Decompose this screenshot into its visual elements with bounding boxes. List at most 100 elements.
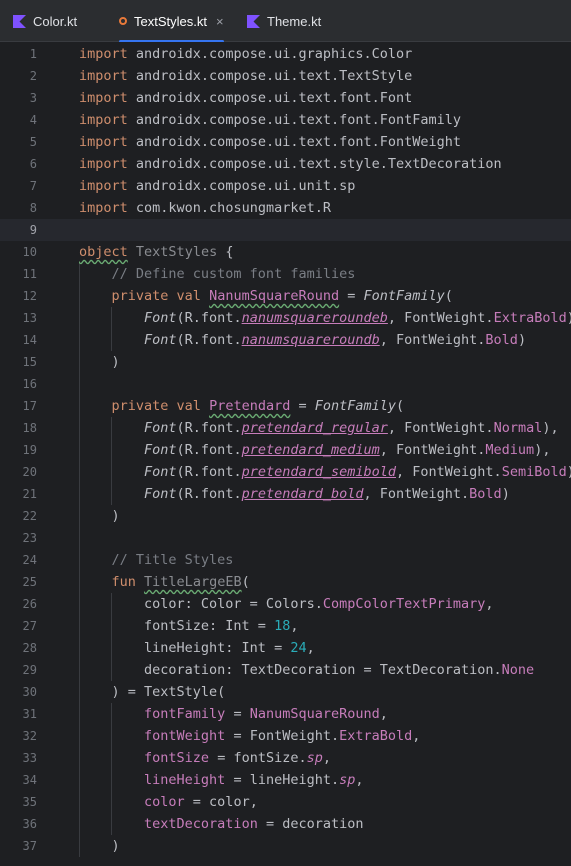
code-line[interactable]: Font(R.font.pretendard_regular, FontWeig… [79,417,559,439]
line-number: 5 [29,135,37,149]
code-token: ), [534,442,551,458]
code-token: import [79,90,128,106]
code-line[interactable]: ) [79,351,120,373]
code-line[interactable]: private val Pretendard = FontFamily( [79,395,405,417]
code-line[interactable]: import androidx.compose.ui.graphics.Colo… [79,43,412,65]
code-token: ), [542,420,559,436]
code-line[interactable]: import androidx.compose.ui.text.TextStyl… [79,65,412,87]
code-token: private val [111,288,201,304]
code-line[interactable]: decoration: TextDecoration = TextDecorat… [79,659,534,681]
kotlin-file-icon [247,14,260,28]
tab-theme-kt[interactable]: Theme.kt [247,0,321,42]
code-token: fun [111,574,136,590]
code-token: fontSize [144,750,210,766]
line-number: 31 [22,707,37,721]
code-line[interactable]: import androidx.compose.ui.text.font.Fon… [79,87,412,109]
code-token: ExtraBold [493,310,567,326]
code-line[interactable]: Font(R.font.nanumsquareroundb, FontWeigh… [79,329,526,351]
code-token: import [79,156,128,172]
line-number: 7 [29,179,37,193]
code-line[interactable]: fun TitleLargeEB( [79,571,250,593]
code-token: ) [79,508,120,524]
code-line[interactable]: color = color, [79,791,258,813]
tab-color-kt[interactable]: Color.kt [13,0,77,42]
code-line[interactable]: fontSize: Int = 18, [79,615,298,637]
code-line[interactable]: lineHeight = lineHeight.sp, [79,769,363,791]
code-token: androidx.compose.ui.unit.sp [127,178,356,194]
line-number: 18 [22,421,37,435]
code-token: Font [144,464,177,480]
code-line[interactable]: ) [79,505,120,527]
line-number: 37 [22,839,37,853]
code-token: ( [241,574,250,590]
code-line[interactable]: // Define custom font families [79,263,356,285]
code-token: textDecoration [144,816,258,832]
tab-label: Theme.kt [267,13,322,29]
code-token: = lineHeight. [225,772,340,788]
code-token: Font [144,310,177,326]
code-token: ExtraBold [339,728,413,744]
code-token: , FontWeight. [379,442,486,458]
code-token: FontFamily [314,398,397,414]
code-line[interactable]: fontWeight = FontWeight.ExtraBold, [79,725,420,747]
line-number: 11 [22,267,37,281]
code-line[interactable]: import com.kwon.chosungmarket.R [79,197,331,219]
code-token: None [501,662,535,678]
code-token: Font [144,420,177,436]
code-token: // Define custom font families [79,266,356,282]
code-line[interactable]: Font(R.font.pretendard_bold, FontWeight.… [79,483,510,505]
line-number: 2 [29,69,37,83]
code-line[interactable]: fontSize = fontSize.sp, [79,747,331,769]
code-line[interactable]: // Title Styles [79,549,234,571]
code-token: 24 [290,640,307,656]
code-line[interactable]: Font(R.font.pretendard_medium, FontWeigh… [79,439,550,461]
code-line[interactable]: lineHeight: Int = 24, [79,637,315,659]
code-line[interactable]: Font(R.font.nanumsquareroundeb, FontWeig… [79,307,571,329]
code-token: = color, [184,794,258,810]
code-token: , FontWeight. [363,486,470,502]
line-number: 12 [22,289,37,303]
code-line[interactable]: Font(R.font.pretendard_semibold, FontWei… [79,461,571,483]
line-number: 21 [22,487,37,501]
close-tab-icon[interactable]: × [216,14,224,29]
code-token: CompColorTextPrimary [322,596,486,612]
code-token: (R.font. [176,420,242,436]
code-token: Medium [485,442,535,458]
code-line[interactable]: import androidx.compose.ui.unit.sp [79,175,355,197]
code-line[interactable]: private val NanumSquareRound = FontFamil… [79,285,453,307]
code-line[interactable]: ) = TextStyle( [79,681,226,703]
code-token: , FontWeight. [387,310,494,326]
code-token: , [306,640,315,656]
code-token: ) [79,354,120,370]
line-number: 22 [22,509,37,523]
code-token: fontFamily [144,706,226,722]
code-line[interactable]: color: Color = Colors.CompColorTextPrima… [79,593,494,615]
code-token: pretendard_medium [241,442,380,458]
code-token: (R.font. [176,442,242,458]
code-token: import [79,68,128,84]
code-token: = FontWeight. [225,728,340,744]
tab-label: TextStyles.kt [134,13,207,29]
code-token: androidx.compose.ui.text.style.TextDecor… [127,156,502,172]
code-line[interactable]: fontFamily = NanumSquareRound, [79,703,388,725]
code-editor[interactable]: 1 2 3 4 5 6 7 8 9 10 11 12 13 14 15 16 17 18 19 20 21 22 23 24 2… [0,42,571,866]
code-token: nanumsquareroundeb [241,310,388,326]
code-token: , [379,706,388,722]
line-number: 35 [22,795,37,809]
tab-textstyles-kt[interactable]: TextStyles.kt × [119,0,224,43]
code-line[interactable]: import androidx.compose.ui.text.style.Te… [79,153,502,175]
code-line[interactable]: ) [79,835,120,857]
code-token: pretendard_bold [241,486,364,502]
line-number: 4 [29,113,37,127]
code-line[interactable]: import androidx.compose.ui.text.font.Fon… [79,131,461,153]
code-token: decoration: TextDecoration = TextDecorat… [79,662,502,678]
code-line[interactable]: textDecoration = decoration [79,813,363,835]
line-number: 6 [29,157,37,171]
code-line[interactable]: import androidx.compose.ui.text.font.Fon… [79,109,461,131]
code-line[interactable]: object TextStyles { [79,241,233,263]
